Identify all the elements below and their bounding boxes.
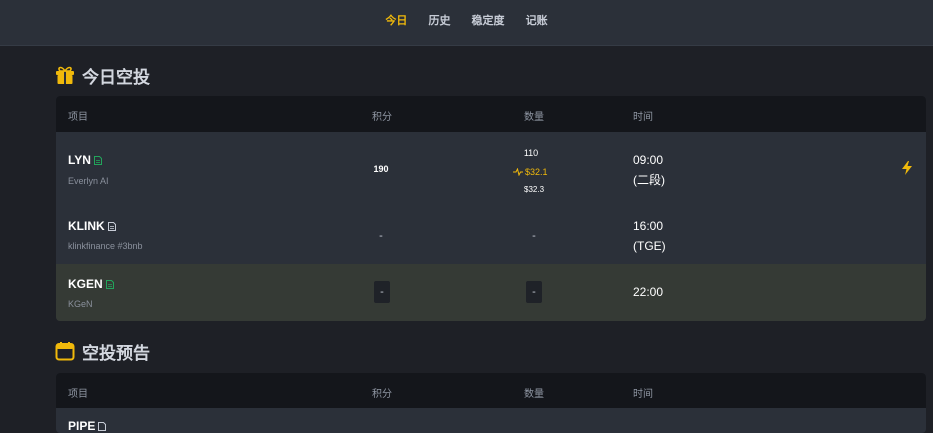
table-header: 项目 积分 数量 时间 (56, 373, 926, 408)
section-title-preview: 空投预告 (55, 340, 150, 363)
header-time: 时间 (633, 112, 653, 123)
header-points: 积分 (372, 389, 392, 400)
tab-today[interactable]: 今日 (385, 12, 407, 28)
time-line-1: 09:00 (633, 153, 664, 167)
quantity-value: 110 (523, 148, 539, 158)
section-title-today: 今日空投 (55, 64, 150, 87)
project-name: KGeN (68, 299, 93, 309)
calendar-icon (55, 342, 75, 361)
header-project: 项目 (68, 112, 88, 123)
document-icon[interactable] (98, 421, 107, 431)
table-row[interactable]: LYN Everlyn AI 190 110 $32.1 $32.3 09:00… (56, 132, 926, 204)
header-quantity: 数量 (524, 112, 544, 123)
time-line-2: (TGE) (633, 239, 666, 253)
time-cell: 09:00 (二段) (633, 150, 665, 190)
price-main: $32.1 (513, 167, 548, 177)
quantity-value: - (526, 281, 542, 303)
header-points: 积分 (372, 112, 392, 123)
nav-tabs: 今日 历史 稳定度 记账 (0, 12, 933, 28)
time-cell: 22:00 (633, 282, 663, 302)
project-symbol: PIPE (68, 419, 107, 433)
tab-stability[interactable]: 稳定度 (472, 12, 505, 28)
quantity-value: - (532, 230, 536, 242)
top-navigation-bar: 今日 历史 稳定度 记账 (0, 0, 933, 46)
time-line-2: (二段) (633, 173, 665, 187)
today-airdrop-table: 项目 积分 数量 时间 LYN Everlyn AI 190 110 $32.1… (56, 96, 926, 321)
points-value: 190 (373, 164, 389, 174)
table-row[interactable]: KLINK klinkfinance #3bnb - - 16:00 (TGE) (56, 204, 926, 264)
document-icon[interactable] (105, 279, 114, 289)
tab-history[interactable]: 历史 (428, 12, 450, 28)
points-value: - (379, 230, 383, 242)
gift-icon (56, 66, 74, 84)
project-symbol: LYN (68, 153, 102, 167)
table-header: 项目 积分 数量 时间 (56, 96, 926, 132)
price-sub: $32.3 (524, 185, 545, 194)
time-line-1: 22:00 (633, 285, 664, 299)
document-icon[interactable] (93, 155, 102, 165)
section-title-text: 今日空投 (82, 67, 150, 87)
points-value: - (374, 281, 390, 303)
header-quantity: 数量 (524, 389, 544, 400)
header-time: 时间 (633, 389, 653, 400)
lightning-icon[interactable] (902, 161, 912, 175)
table-row[interactable]: KGEN KGeN - - 22:00 (56, 264, 926, 321)
project-symbol: KLINK (68, 219, 116, 233)
pulse-icon (513, 168, 523, 176)
tab-bookkeeping[interactable]: 记账 (526, 12, 548, 28)
time-line-1: 16:00 (633, 219, 664, 233)
document-icon[interactable] (107, 221, 116, 231)
header-project: 项目 (68, 389, 88, 400)
table-row[interactable]: PIPE (56, 408, 926, 433)
section-title-text: 空投预告 (82, 343, 150, 363)
project-symbol: KGEN (68, 277, 114, 291)
time-cell: 16:00 (TGE) (633, 216, 666, 256)
preview-airdrop-table: 项目 积分 数量 时间 PIPE (56, 373, 926, 433)
project-name: Everlyn AI (68, 176, 109, 186)
project-name: klinkfinance #3bnb (68, 241, 143, 251)
